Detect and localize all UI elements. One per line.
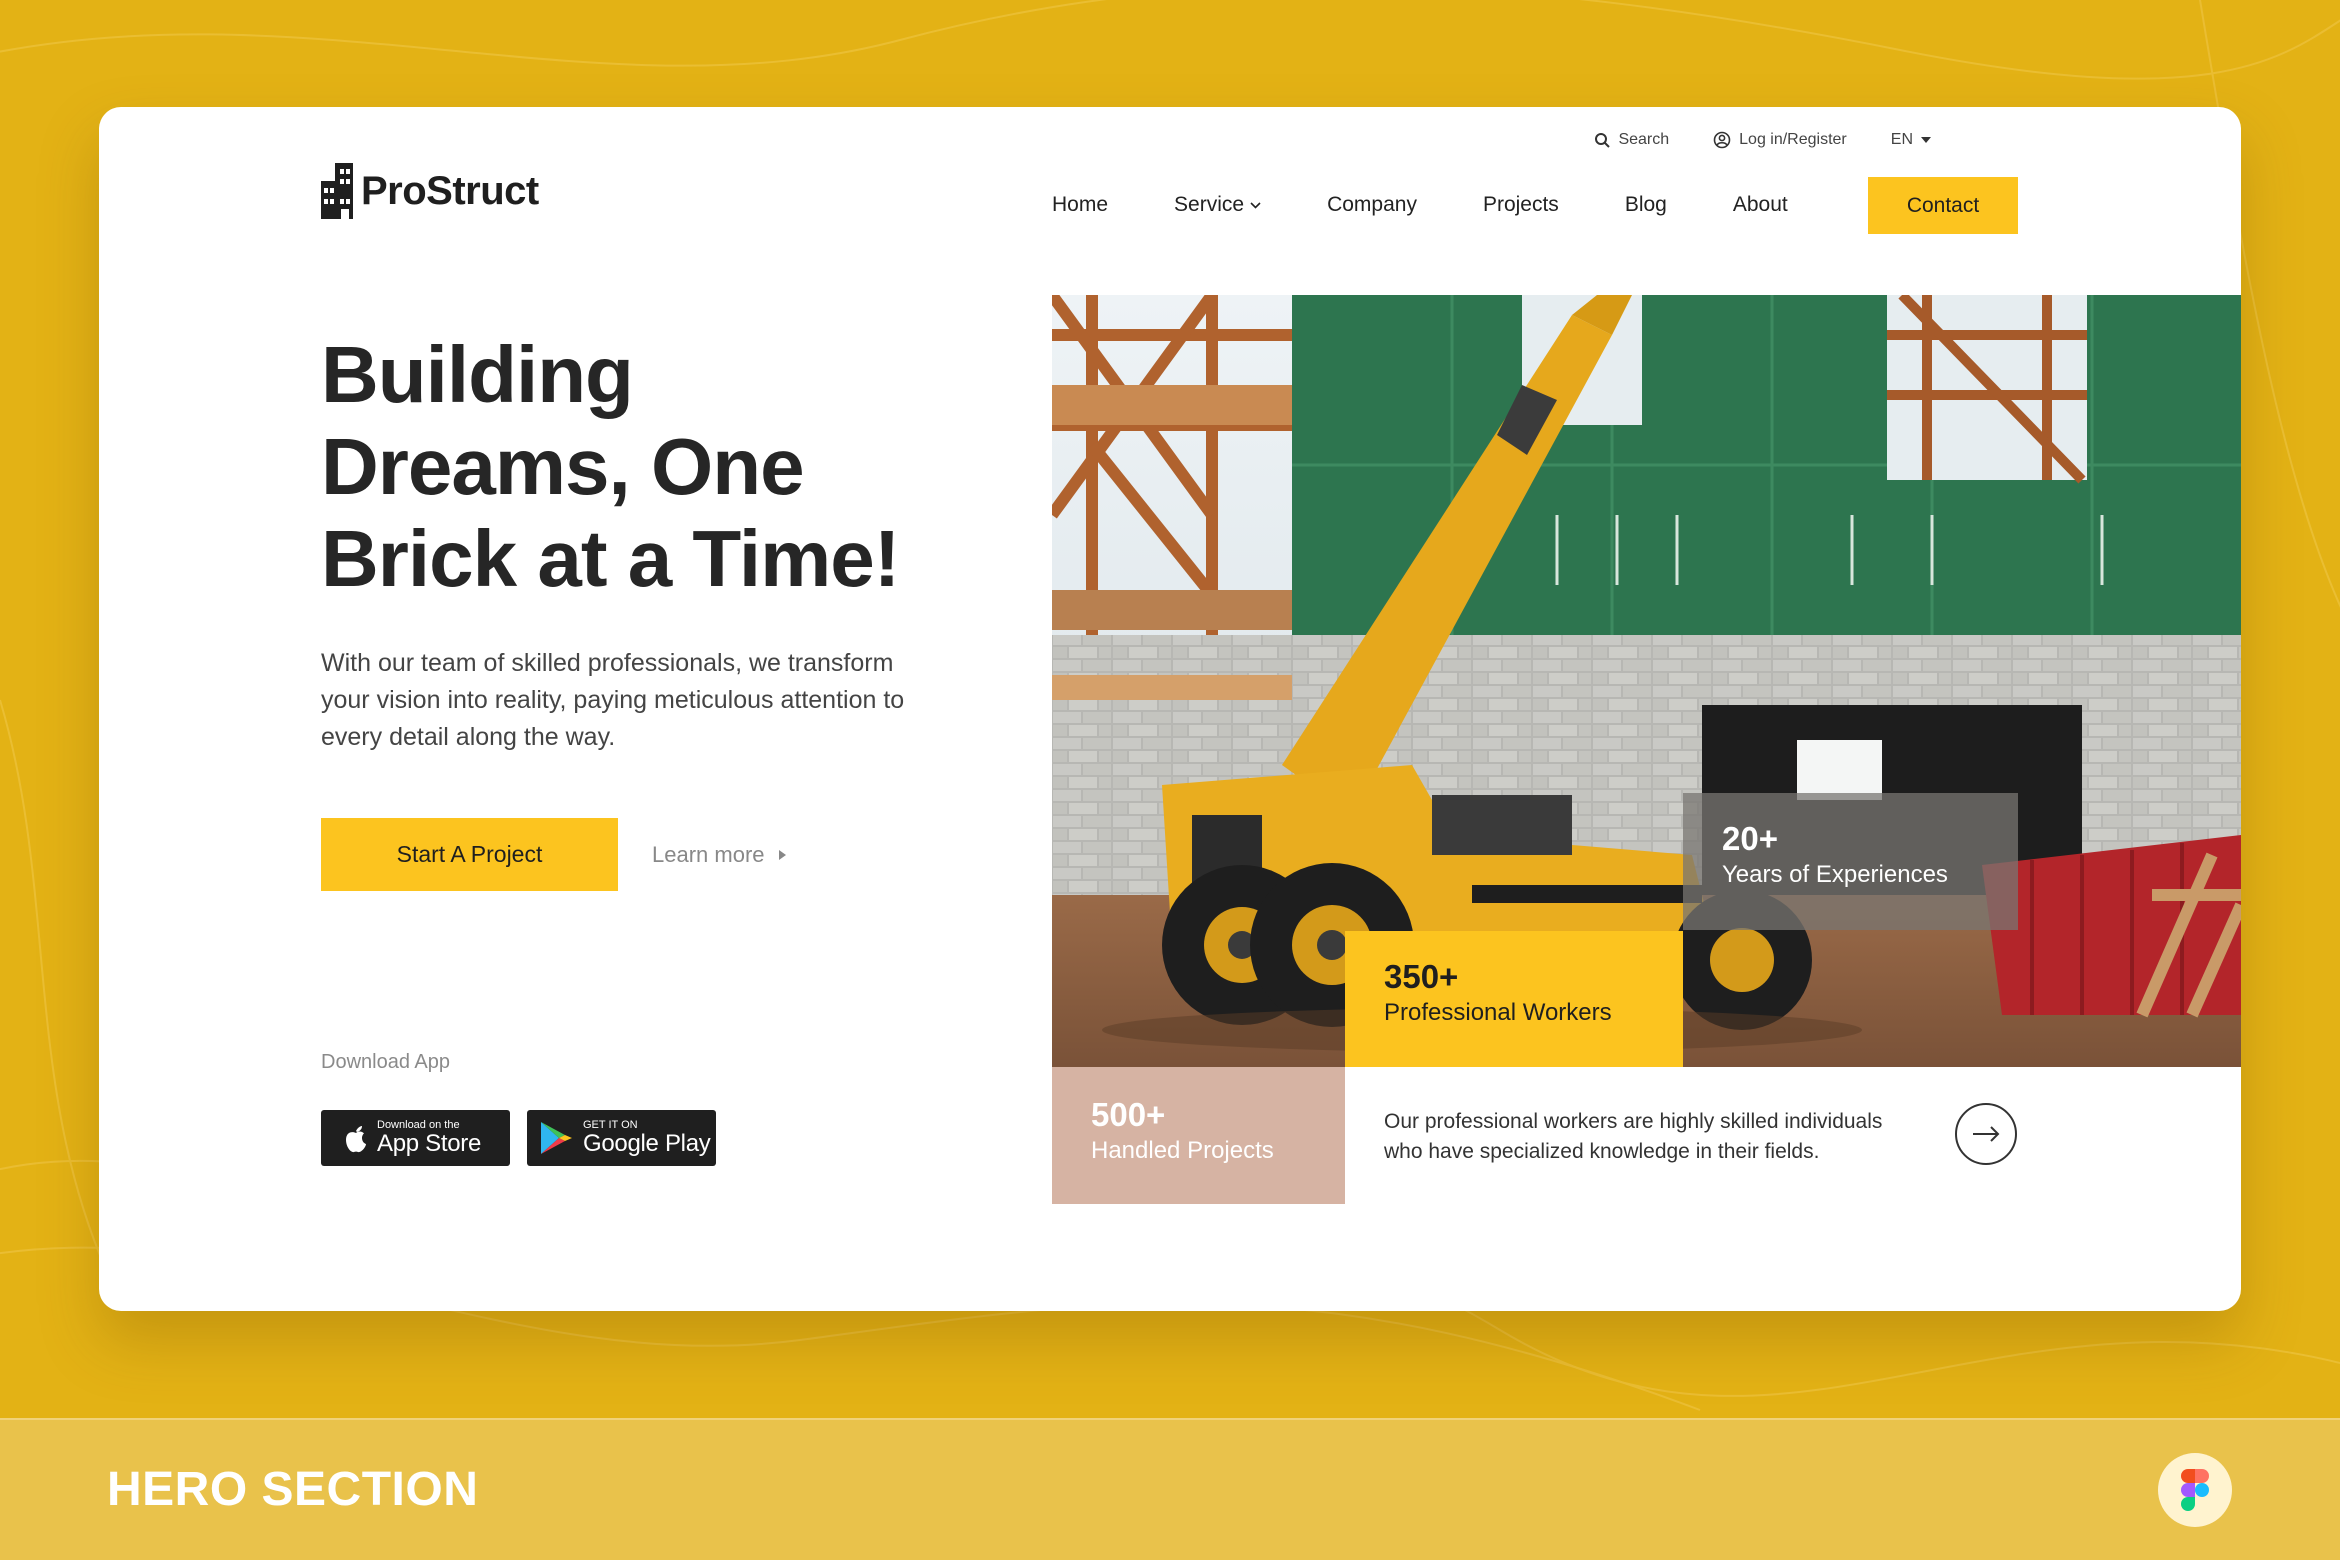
google-play-icon <box>541 1122 572 1154</box>
stat-workers-label: Professional Workers <box>1384 999 1612 1026</box>
stat-workers-value: 350+ <box>1384 958 1459 995</box>
next-arrow-button[interactable] <box>1955 1103 2017 1165</box>
login-label: Log in/Register <box>1739 131 1847 148</box>
nav-home[interactable]: Home <box>1052 193 1108 217</box>
chevron-down-icon <box>1250 201 1261 209</box>
arrow-right-icon <box>1973 1126 2000 1142</box>
logo[interactable]: ProStruct <box>321 161 539 221</box>
login-link[interactable]: Log in/Register <box>1713 131 1847 149</box>
caret-down-icon <box>1921 137 1931 143</box>
learn-more-label: Learn more <box>652 842 765 867</box>
utility-bar: Search Log in/Register EN <box>1594 131 1931 149</box>
nav-company-label: Company <box>1327 193 1417 216</box>
building-icon <box>321 163 353 219</box>
nav-about-label: About <box>1732 193 1788 216</box>
logo-text: ProStruct <box>361 168 539 213</box>
language-selector[interactable]: EN <box>1891 131 1931 149</box>
apple-icon <box>346 1126 366 1153</box>
stat-projects-value: 500+ <box>1091 1096 1166 1133</box>
search-link[interactable]: Search <box>1594 131 1669 149</box>
google-play-button[interactable]: GET IT ON Google Play <box>527 1110 716 1166</box>
stat-experience: 20+ Years of Experiences <box>1683 793 2018 930</box>
contact-button[interactable]: Contact <box>1868 177 2018 234</box>
headline-line-2: Dreams, One <box>321 422 805 511</box>
hero-card: ProStruct Search Log in/Register EN Home… <box>99 107 2241 1311</box>
nav-projects-label: Projects <box>1482 193 1559 216</box>
google-play-big-text: Google Play <box>583 1130 711 1157</box>
stat-projects-label: Handled Projects <box>1091 1137 1274 1164</box>
stat-experience-label: Years of Experiences <box>1722 861 1948 888</box>
stat-experience-value: 20+ <box>1722 820 1778 857</box>
start-project-button[interactable]: Start A Project <box>321 818 618 891</box>
language-label: EN <box>1890 131 1913 148</box>
hero-subtext: With our team of skilled professionals, … <box>321 649 905 751</box>
nav-blog[interactable]: Blog <box>1625 193 1667 217</box>
caret-right-icon <box>778 850 786 860</box>
app-store-button[interactable]: Download on the App Store <box>321 1110 510 1166</box>
footer-band: HERO SECTION <box>0 1418 2340 1560</box>
workers-description: Our professional workers are highly skil… <box>1384 1110 1883 1163</box>
nav-company[interactable]: Company <box>1327 193 1417 217</box>
figma-logo <box>2158 1453 2232 1527</box>
section-title: HERO SECTION <box>107 1463 479 1516</box>
nav-blog-label: Blog <box>1624 193 1667 216</box>
nav-about[interactable]: About <box>1733 193 1788 217</box>
search-label: Search <box>1618 131 1670 148</box>
hero-headline: Building Dreams, One Brick at a Time! <box>321 329 961 605</box>
headline-line-3: Brick at a Time! <box>321 514 900 603</box>
user-icon <box>1713 131 1731 149</box>
headline-line-1: Building <box>321 330 634 419</box>
stat-projects: 500+ Handled Projects <box>1052 1067 1345 1204</box>
main-nav: Home Service Company Projects Blog About <box>1052 177 1854 233</box>
nav-service[interactable]: Service <box>1174 193 1261 217</box>
nav-home-label: Home <box>1052 193 1109 216</box>
search-icon <box>1595 133 1611 148</box>
app-store-big-text: App Store <box>377 1130 482 1157</box>
stat-workers: 350+ Professional Workers <box>1345 931 1683 1067</box>
figma-icon <box>2181 1469 2209 1511</box>
learn-more-link[interactable]: Learn more <box>652 837 786 873</box>
download-app-label: Download App <box>321 1051 450 1073</box>
nav-service-label: Service <box>1174 193 1245 216</box>
nav-projects[interactable]: Projects <box>1483 193 1559 217</box>
